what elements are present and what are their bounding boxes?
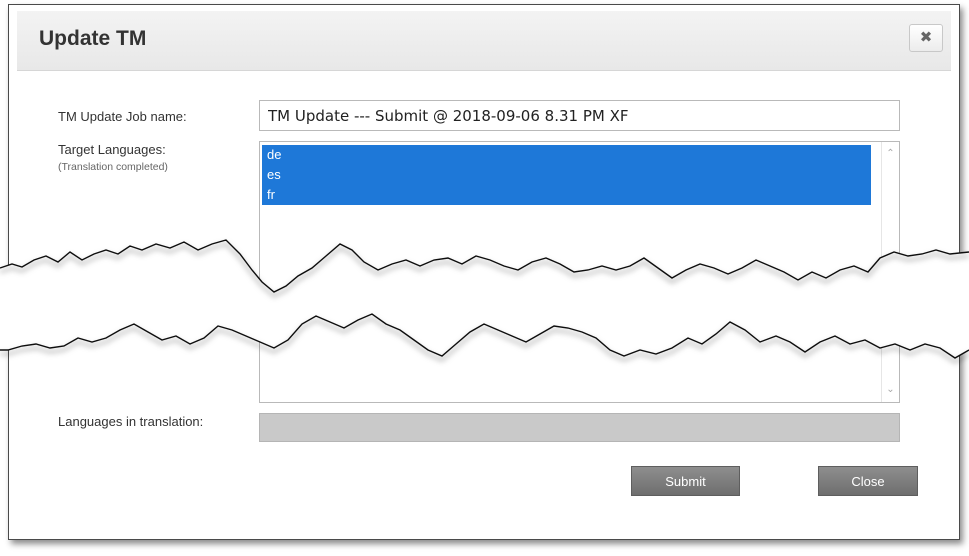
screenshot-stage: Update TM ✖ TM Update Job name: Target L… <box>0 0 969 556</box>
scroll-up-icon[interactable]: ⌃ <box>882 146 899 162</box>
target-languages-label: Target Languages: <box>58 142 166 157</box>
target-languages-listbox[interactable]: de es fr ⌃ ⌄ <box>259 141 900 403</box>
listbox-scrollbar[interactable]: ⌃ ⌄ <box>881 142 899 402</box>
job-name-input[interactable] <box>259 100 900 131</box>
job-name-label: TM Update Job name: <box>58 109 187 124</box>
update-tm-dialog: Update TM ✖ TM Update Job name: Target L… <box>8 4 960 540</box>
target-languages-sublabel: (Translation completed) <box>58 161 168 173</box>
close-button[interactable]: Close <box>818 466 918 496</box>
in-translation-field <box>259 413 900 442</box>
dialog-title: Update TM <box>39 27 147 50</box>
language-option-es[interactable]: es <box>262 165 871 185</box>
close-x-icon[interactable]: ✖ <box>909 24 943 52</box>
in-translation-label: Languages in translation: <box>58 414 204 429</box>
language-option-fr[interactable]: fr <box>262 185 871 205</box>
language-option-de[interactable]: de <box>262 145 871 165</box>
scroll-down-icon[interactable]: ⌄ <box>882 382 899 398</box>
dialog-titlebar: Update TM ✖ <box>17 11 951 71</box>
submit-button[interactable]: Submit <box>631 466 740 496</box>
